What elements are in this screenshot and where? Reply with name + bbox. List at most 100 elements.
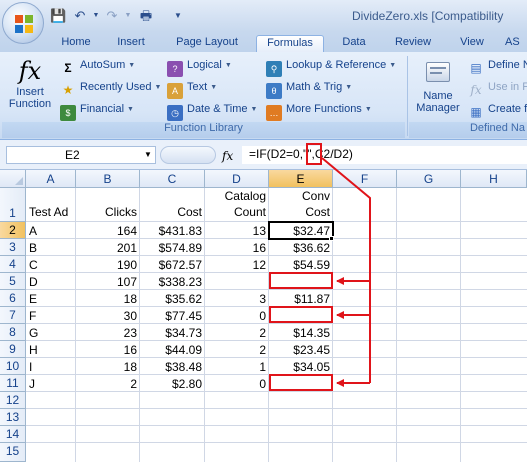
cell-d10[interactable]: 1 [205, 359, 269, 375]
more-functions-button[interactable]: … More Functions ▼ [266, 100, 372, 121]
column-header-d[interactable]: D [205, 170, 269, 188]
define-name-button[interactable]: ▤ Define N [468, 56, 527, 75]
row-header-9[interactable]: 9 [0, 341, 26, 358]
cell-d5[interactable] [205, 274, 269, 290]
lookup-reference-button[interactable]: ⚲ Lookup & Reference ▼ [266, 56, 396, 77]
cell-d2[interactable]: 13 [205, 223, 269, 239]
cell-c5[interactable]: $338.23 [140, 274, 205, 290]
cell-a5[interactable]: D [26, 274, 76, 290]
cell-b2[interactable]: 164 [76, 223, 140, 239]
row-header-2[interactable]: 2 [0, 222, 26, 239]
cell-a10[interactable]: I [26, 359, 76, 375]
date-time-button[interactable]: ◷ Date & Time ▼ [167, 100, 257, 121]
tab-view[interactable]: View [452, 35, 492, 52]
print-preview-icon[interactable]: 🖶 [138, 8, 154, 24]
redo-icon[interactable]: ↷ [104, 8, 120, 24]
column-header-f[interactable]: F [333, 170, 397, 188]
select-all-button[interactable] [0, 170, 26, 188]
row-header-10[interactable]: 10 [0, 358, 26, 375]
column-header-c[interactable]: C [140, 170, 205, 188]
cell-e3[interactable]: $36.62 [269, 240, 333, 256]
name-box[interactable]: E2 [6, 146, 156, 164]
cell-c3[interactable]: $574.89 [140, 240, 205, 256]
cell-e6[interactable]: $11.87 [269, 291, 333, 307]
cell-d8[interactable]: 2 [205, 325, 269, 341]
create-from-selection-button[interactable]: ▦ Create fr [468, 100, 527, 119]
cell-b1[interactable]: Clicks [76, 205, 140, 219]
cell-d1-line2[interactable]: Count [205, 205, 269, 219]
cell-c11[interactable]: $2.80 [140, 376, 205, 392]
row-header-1[interactable]: 1 [0, 188, 26, 222]
cell-c8[interactable]: $34.73 [140, 325, 205, 341]
use-in-formula-button[interactable]: fx Use in F [468, 78, 527, 97]
formula-input[interactable]: =IF(D2=0,"",C2/D2) [242, 146, 527, 164]
cell-e8[interactable]: $14.35 [269, 325, 333, 341]
tab-page-layout[interactable]: Page Layout [165, 35, 249, 52]
tab-review[interactable]: Review [388, 35, 438, 52]
worksheet-grid[interactable]: A B C D E F G H 1 2 3 4 5 6 7 8 9 10 11 … [0, 170, 527, 462]
cell-e1-line1[interactable]: Conv [269, 189, 333, 203]
tab-insert[interactable]: Insert [108, 35, 154, 52]
cell-d9[interactable]: 2 [205, 342, 269, 358]
cell-b10[interactable]: 18 [76, 359, 140, 375]
row-header-5[interactable]: 5 [0, 273, 26, 290]
fx-icon[interactable]: fx [222, 149, 233, 163]
row-header-3[interactable]: 3 [0, 239, 26, 256]
row-header-11[interactable]: 11 [0, 375, 26, 392]
name-box-dropdown-icon[interactable]: ▼ [144, 150, 152, 159]
undo-dropdown-icon[interactable]: ▼ [88, 8, 104, 24]
undo-icon[interactable]: ↶ [72, 8, 88, 24]
cell-a8[interactable]: G [26, 325, 76, 341]
cell-c10[interactable]: $38.48 [140, 359, 205, 375]
column-header-b[interactable]: B [76, 170, 140, 188]
cell-d7[interactable]: 0 [205, 308, 269, 324]
cell-b6[interactable]: 18 [76, 291, 140, 307]
customize-qat-icon[interactable]: ▼ [170, 8, 186, 24]
cell-d3[interactable]: 16 [205, 240, 269, 256]
cell-e10[interactable]: $34.05 [269, 359, 333, 375]
cell-a9[interactable]: H [26, 342, 76, 358]
logical-button[interactable]: ? Logical ▼ [167, 56, 232, 77]
cell-a7[interactable]: F [26, 308, 76, 324]
cell-d4[interactable]: 12 [205, 257, 269, 273]
name-manager-button[interactable]: Name Manager [412, 56, 464, 120]
cell-b3[interactable]: 201 [76, 240, 140, 256]
cell-c4[interactable]: $672.57 [140, 257, 205, 273]
formula-bar-resize-handle[interactable] [160, 146, 216, 164]
cell-b7[interactable]: 30 [76, 308, 140, 324]
row-header-15[interactable]: 15 [0, 443, 26, 462]
column-header-h[interactable]: H [461, 170, 527, 188]
autosum-button[interactable]: Σ AutoSum ▼ [60, 56, 135, 75]
row-header-8[interactable]: 8 [0, 324, 26, 341]
cell-d1-line1[interactable]: Catalog [205, 189, 269, 203]
active-cell-selection[interactable] [268, 221, 334, 240]
redo-dropdown-icon[interactable]: ▼ [120, 8, 136, 24]
cell-b9[interactable]: 16 [76, 342, 140, 358]
math-trig-button[interactable]: θ Math & Trig ▼ [266, 78, 352, 99]
cell-a11[interactable]: J [26, 376, 76, 392]
cell-d6[interactable]: 3 [205, 291, 269, 307]
tab-data[interactable]: Data [334, 35, 374, 52]
row-header-4[interactable]: 4 [0, 256, 26, 273]
cell-a3[interactable]: B [26, 240, 76, 256]
cell-c7[interactable]: $77.45 [140, 308, 205, 324]
insert-function-button[interactable]: fx Insert Function [4, 56, 56, 120]
cell-c6[interactable]: $35.62 [140, 291, 205, 307]
cell-c9[interactable]: $44.09 [140, 342, 205, 358]
recently-used-button[interactable]: ★ Recently Used ▼ [60, 78, 162, 97]
cell-c2[interactable]: $431.83 [140, 223, 205, 239]
cell-b5[interactable]: 107 [76, 274, 140, 290]
row-header-14[interactable]: 14 [0, 426, 26, 443]
office-button[interactable] [2, 2, 44, 44]
cell-d11[interactable]: 0 [205, 376, 269, 392]
cell-b4[interactable]: 190 [76, 257, 140, 273]
column-header-g[interactable]: G [397, 170, 461, 188]
column-header-a[interactable]: A [26, 170, 76, 188]
cell-e4[interactable]: $54.59 [269, 257, 333, 273]
text-button[interactable]: A Text ▼ [167, 78, 217, 99]
tab-home[interactable]: Home [52, 35, 100, 52]
column-header-e[interactable]: E [269, 170, 333, 188]
cell-c1[interactable]: Cost [140, 205, 205, 219]
save-icon[interactable]: 💾 [50, 8, 66, 24]
cell-a2[interactable]: A [26, 223, 76, 239]
